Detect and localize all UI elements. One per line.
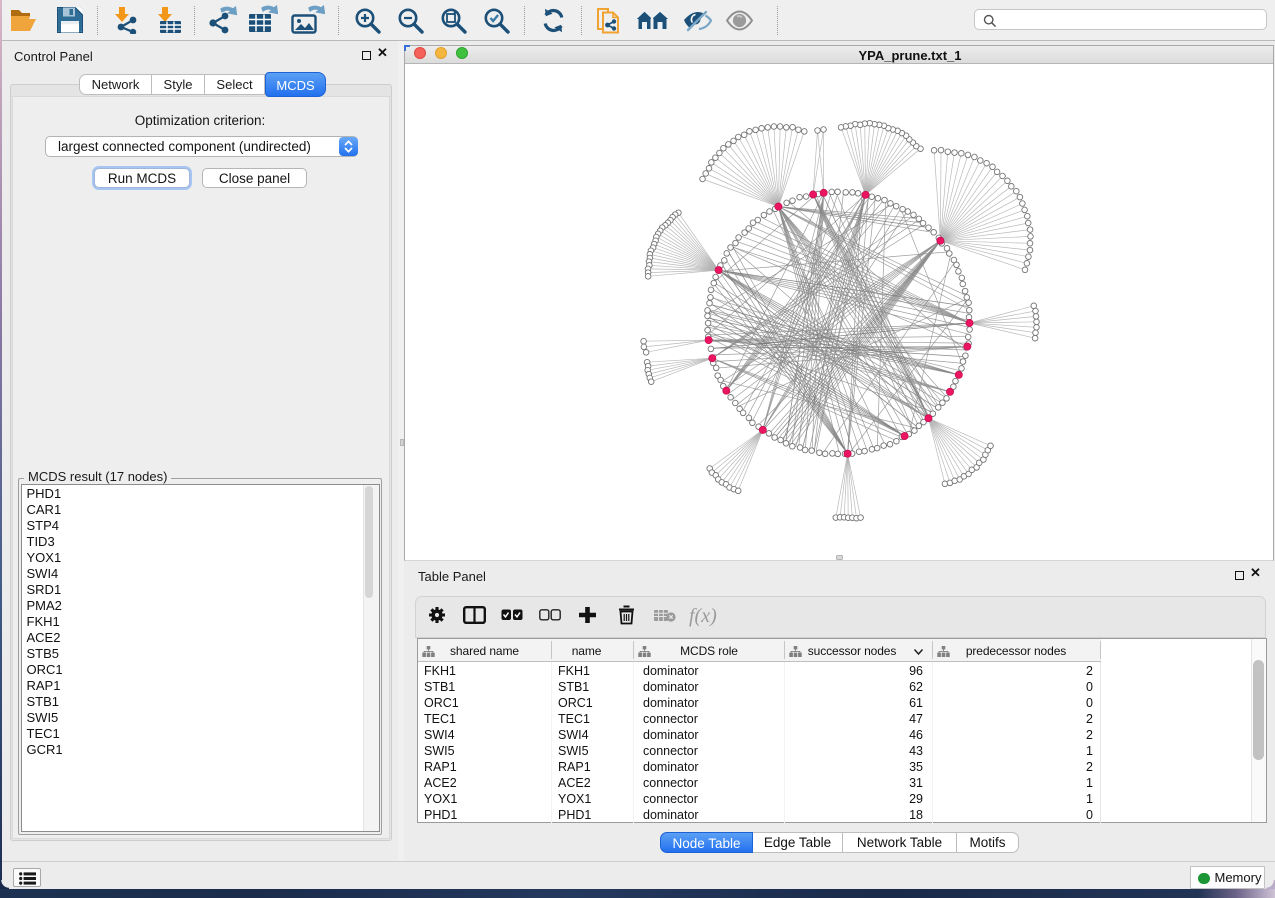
svg-text:f(x): f(x): [689, 605, 717, 627]
